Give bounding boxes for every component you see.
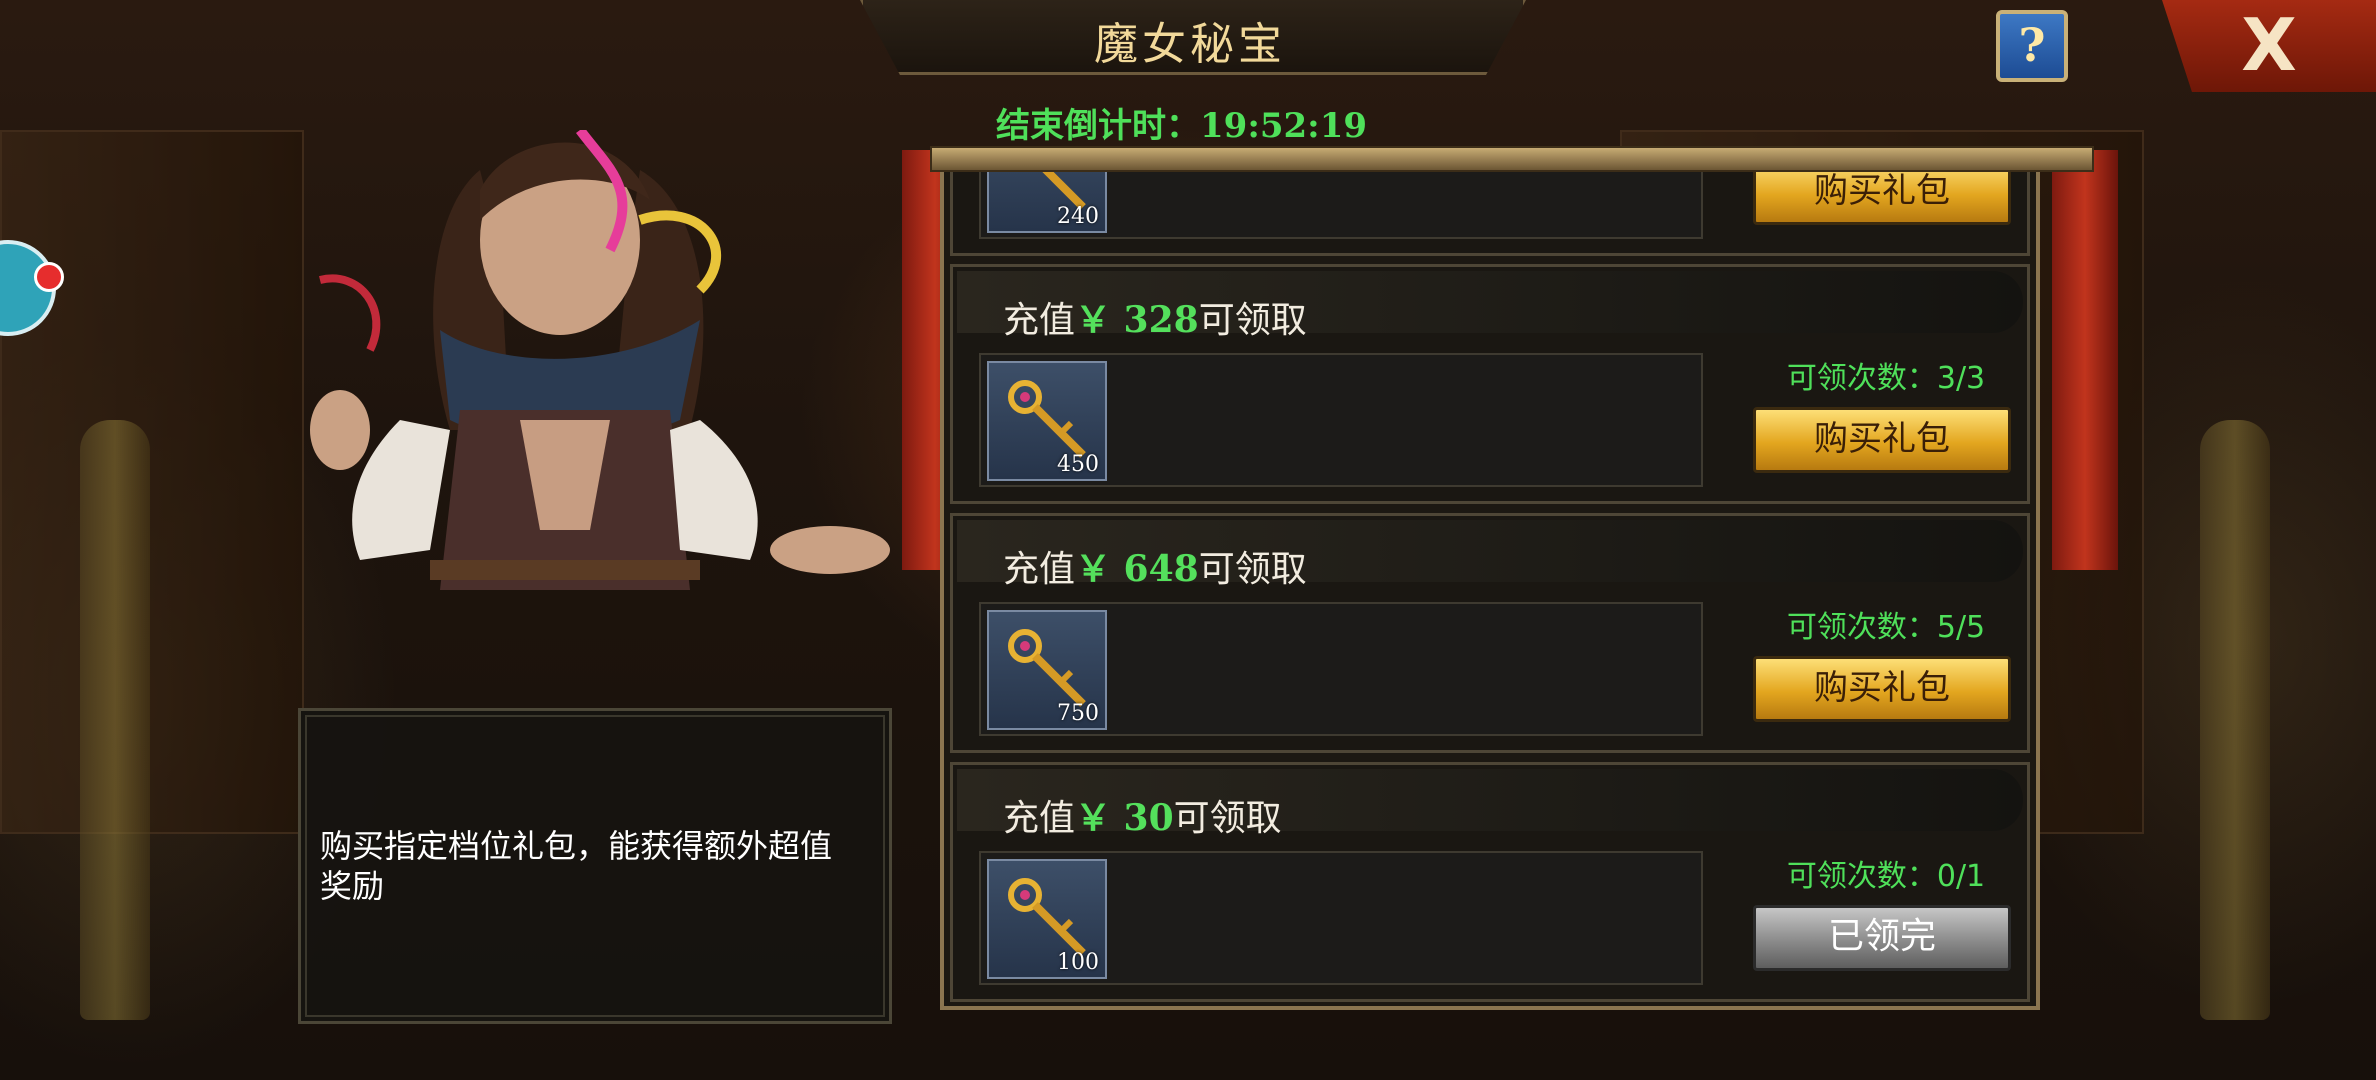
package-title-prefix: 充值 [1003,798,1076,839]
witch-character-illustration [310,130,890,590]
package-title-suffix: 可领取 [1198,300,1307,341]
package-price: ￥ 328 [1075,299,1199,341]
background-statue [80,420,150,1020]
package-price: ￥ 30 [1075,797,1174,839]
package-title: 充值￥ 648可领取 [1003,540,1307,592]
notification-dot [34,262,64,292]
package-header: 充值￥ 30可领取 [957,769,2023,839]
right-curtain [2052,150,2118,570]
package-title-suffix: 可领取 [1173,798,1282,839]
package-title: 充值￥ 30可领取 [1003,789,1282,841]
background-statue [2200,420,2270,1020]
buy-package-button[interactable]: 购买礼包 [1753,170,2011,225]
countdown-label: 结束倒计时： [996,106,1200,146]
package-card: 充值￥ 648可领取 750 可领次数：5/5 购买礼包 [950,513,2030,753]
package-title: 充值￥ 328可领取 [1003,291,1307,343]
buy-package-button[interactable]: 购买礼包 [1753,656,2011,722]
help-button[interactable]: ? [1996,10,2068,82]
question-mark-icon: ? [2018,18,2046,72]
claim-count: 可领次数：0/1 [1786,859,1986,894]
item-count: 100 [1057,950,1099,975]
package-price: ￥ 648 [1075,548,1199,590]
buy-package-button[interactable]: 购买礼包 [1753,407,2011,473]
reward-item-slot[interactable]: 240 [987,170,1107,233]
page-title: 魔女秘宝 [1094,19,1286,70]
claim-count: 可领次数：5/5 [1786,610,1986,645]
description-text: 购买指定档位礼包，能获得额外超值奖励 [320,827,833,905]
countdown-timer: 结束倒计时：19:52:19 [996,98,1367,147]
claim-count: 可领次数：3/3 [1786,361,1986,396]
package-card: 充值￥ 30可领取 100 可领次数：0/1 已领完 [950,762,2030,1002]
reward-item-slot[interactable]: 100 [987,859,1107,979]
package-list[interactable]: 240 购买礼包 充值￥ 328可领取 450 可领次数：3/3 购买礼包 充值 [950,170,2030,1002]
package-header: 充值￥ 328可领取 [957,271,2023,341]
package-header: 充值￥ 648可领取 [957,520,2023,590]
countdown-value: 19:52:19 [1200,106,1368,146]
close-icon: X [2241,3,2297,87]
item-count: 750 [1057,701,1099,726]
close-button[interactable]: X [2162,0,2376,92]
item-count: 240 [1057,204,1099,229]
claimed-out-button[interactable]: 已领完 [1753,905,2011,971]
package-title-suffix: 可领取 [1198,549,1307,590]
package-card: 充值￥ 328可领取 450 可领次数：3/3 购买礼包 [950,264,2030,504]
reward-item-slot[interactable]: 750 [987,610,1107,730]
reward-item-slot[interactable]: 450 [987,361,1107,481]
background-shelf [0,130,304,834]
package-title-prefix: 充值 [1003,549,1076,590]
item-count: 450 [1057,452,1099,477]
package-title-prefix: 充值 [1003,300,1076,341]
package-card: 240 购买礼包 [950,170,2030,256]
frame-top-rail [930,146,2094,172]
